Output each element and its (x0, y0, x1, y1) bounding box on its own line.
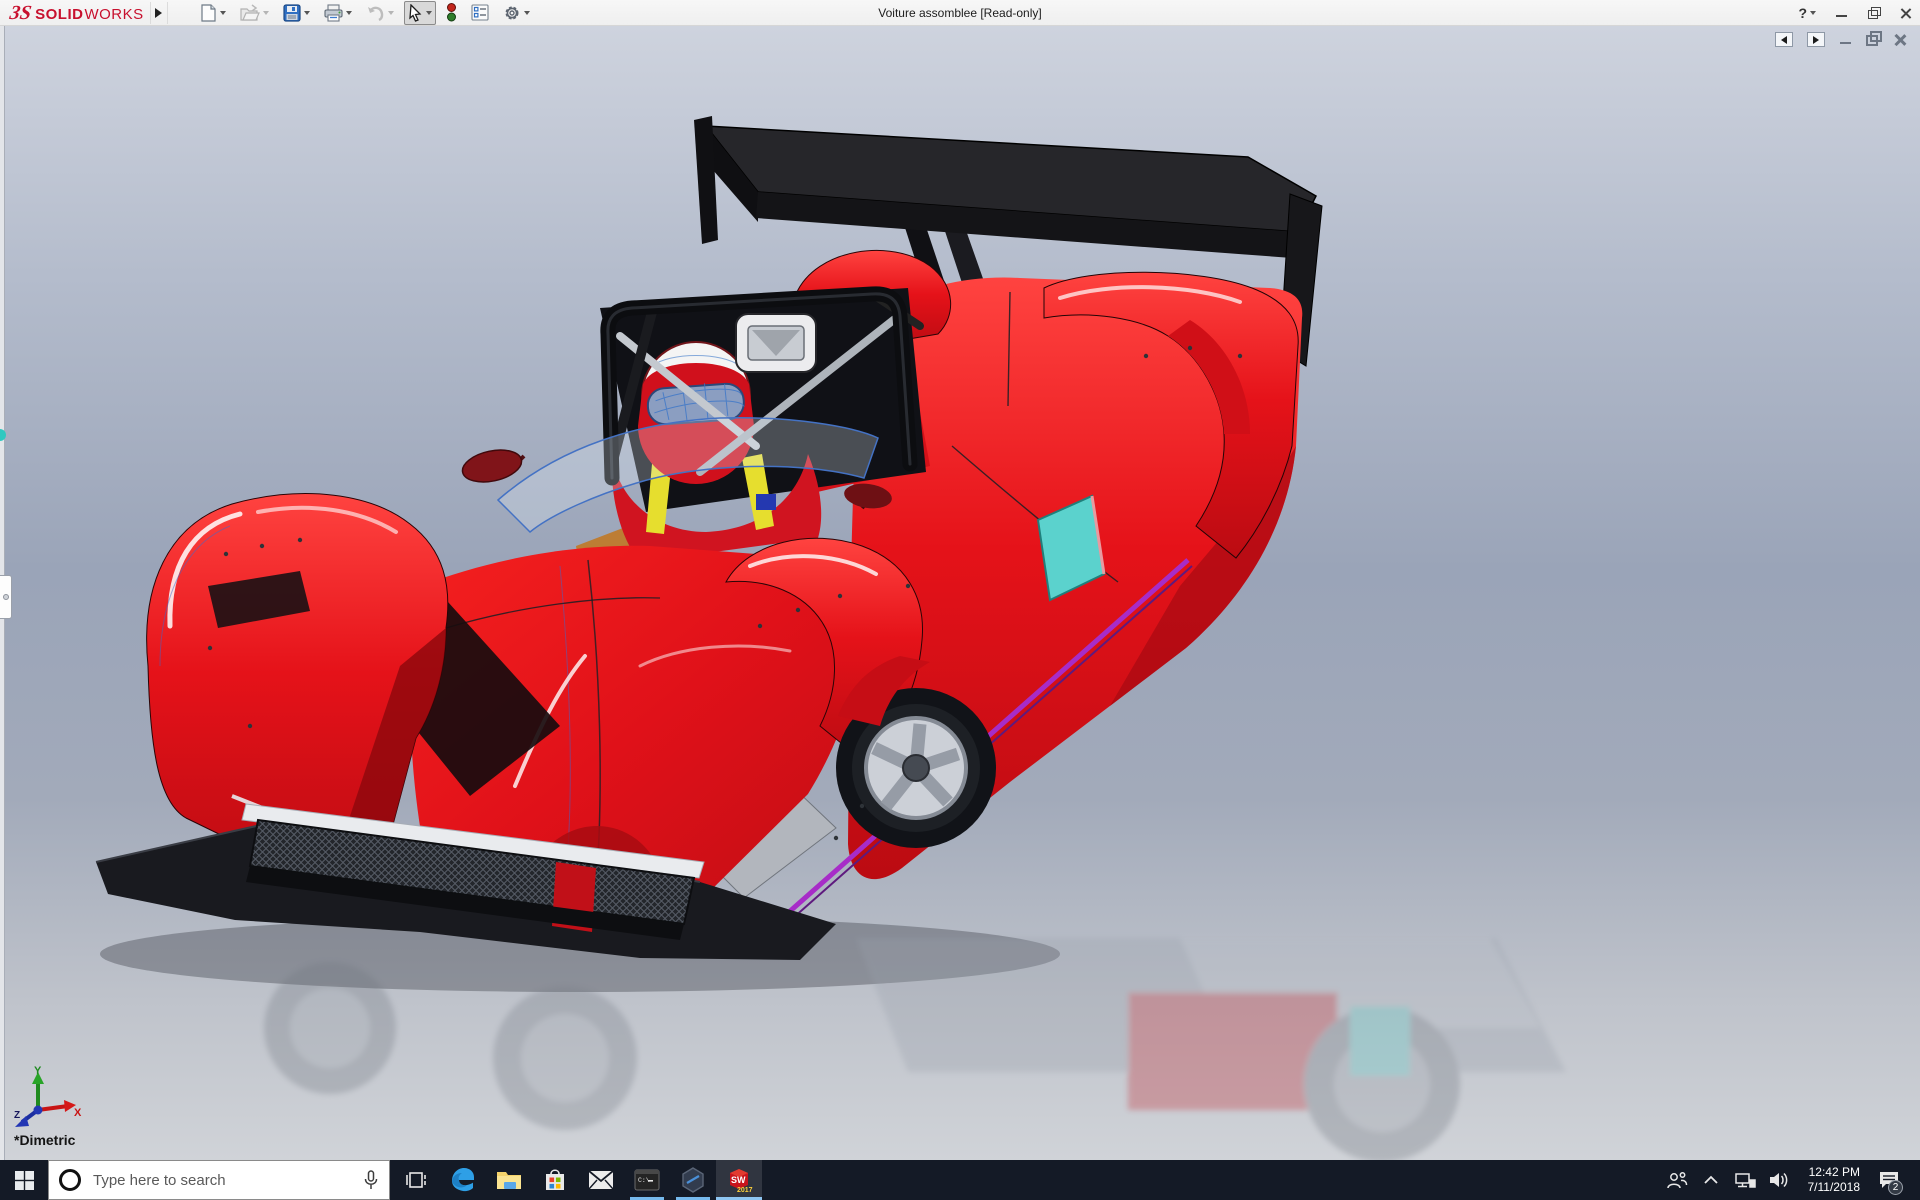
volume-button[interactable] (1764, 1160, 1794, 1200)
menu-flyout-arrow[interactable] (149, 1, 168, 24)
flyout-triangle-icon (155, 7, 163, 18)
doc-minimize-button[interactable] (1839, 33, 1852, 46)
print-button[interactable] (320, 1, 356, 25)
doc-close-button[interactable] (1893, 33, 1906, 46)
hexagon-app-button[interactable] (670, 1160, 716, 1200)
reference-triad: Y X Z (14, 1066, 82, 1127)
search-input[interactable] (91, 1170, 353, 1190)
brand-works: WORKS (84, 5, 144, 23)
file-properties-button[interactable] (467, 1, 493, 24)
graphics-area[interactable]: Y X Z *Dimetric (0, 26, 1920, 1160)
help-button[interactable]: ? (1798, 5, 1816, 21)
edge-button[interactable] (440, 1160, 486, 1200)
command-prompt-button[interactable]: C:\ (624, 1160, 670, 1200)
hidden-icons-button[interactable] (1696, 1160, 1726, 1200)
store-button[interactable] (532, 1160, 578, 1200)
print-icon (324, 3, 343, 22)
cortana-icon (59, 1169, 81, 1191)
task-view-button[interactable] (394, 1160, 440, 1200)
help-dropdown-caret[interactable] (1810, 11, 1816, 15)
clock-time: 12:42 PM (1808, 1165, 1860, 1179)
doc-restore-button[interactable] (1866, 31, 1882, 46)
undo-button[interactable] (362, 2, 398, 24)
quick-access-toolbar (196, 0, 534, 25)
race-car-model[interactable] (0, 26, 1920, 1160)
rebuild-button[interactable] (442, 0, 461, 25)
minimize-button[interactable] (1836, 7, 1848, 19)
previous-pane-button[interactable] (1775, 32, 1793, 47)
close-button[interactable] (1900, 7, 1912, 19)
options-gear-icon (505, 6, 519, 19)
undo-dropdown-caret[interactable] (387, 10, 394, 15)
start-button[interactable] (0, 1160, 48, 1200)
save-button[interactable] (279, 1, 314, 25)
document-window-controls (1775, 31, 1906, 47)
print-dropdown-caret[interactable] (345, 10, 352, 15)
store-icon (546, 1169, 564, 1190)
new-document-button[interactable] (196, 1, 230, 25)
brand-solid: SOLID (35, 5, 84, 23)
triad-x-label: X (74, 1107, 82, 1119)
task-view-icon (406, 1172, 426, 1188)
taskbar-icons: C:\ SW 2017 (394, 1160, 762, 1200)
document-title: Voiture assomblee [Read-only] (878, 6, 1042, 20)
restore-button[interactable] (1868, 7, 1881, 19)
save-dropdown-caret[interactable] (303, 10, 310, 15)
chevron-up-icon (1703, 1175, 1718, 1184)
command-prompt-icon: C:\ (634, 1169, 660, 1191)
network-icon (1734, 1173, 1756, 1188)
microphone-icon[interactable] (363, 1170, 379, 1190)
volume-icon (1769, 1172, 1787, 1188)
help-icon: ? (1798, 5, 1807, 21)
taskbar: C:\ SW 2017 (0, 1160, 1920, 1200)
mail-icon (588, 1170, 614, 1190)
solidworks-2017-icon: SW 2017 (730, 1169, 753, 1194)
window-controls: ? (1798, 0, 1912, 26)
open-dropdown-caret[interactable] (262, 10, 269, 15)
taskbar-clock[interactable]: 12:42 PM 7/11/2018 (1798, 1165, 1871, 1195)
3ds-mark: 3S (8, 1, 34, 24)
new-dropdown-caret[interactable] (219, 10, 226, 15)
hexagon-app-icon (682, 1167, 704, 1193)
people-icon (1666, 1172, 1687, 1189)
taskbar-search[interactable] (48, 1160, 390, 1200)
windows-logo-icon (14, 1170, 34, 1190)
next-pane-button[interactable] (1807, 32, 1825, 47)
undo-icon (367, 6, 383, 21)
triad-y-label: Y (34, 1066, 42, 1077)
save-icon (283, 3, 301, 22)
action-center-button[interactable]: 2 (1874, 1160, 1904, 1200)
notification-badge: 2 (1888, 1180, 1903, 1195)
air-intake[interactable] (735, 313, 817, 373)
arrow-right-icon (1813, 35, 1819, 44)
system-tray: 12:42 PM 7/11/2018 2 (1662, 1160, 1920, 1200)
network-button[interactable] (1730, 1160, 1760, 1200)
rebuild-traffic-light-icon (446, 3, 456, 22)
title-bar: 3S SOLID WORKS Voiture assomblee [Read-o… (0, 0, 1920, 26)
select-cursor-icon (408, 3, 422, 22)
file-explorer-icon (497, 1172, 521, 1189)
arrow-left-icon (1781, 35, 1787, 44)
open-button[interactable] (236, 1, 273, 25)
file-explorer-button[interactable] (486, 1160, 532, 1200)
options-button[interactable] (499, 1, 534, 25)
edge-icon (452, 1168, 474, 1192)
open-icon (240, 3, 260, 21)
options-dropdown-caret[interactable] (523, 10, 530, 15)
clock-date: 7/11/2018 (1807, 1180, 1861, 1194)
view-orientation-label: *Dimetric (14, 1132, 76, 1148)
select-button[interactable] (403, 0, 436, 25)
svg-text:SW: SW (731, 1175, 746, 1185)
select-dropdown-caret[interactable] (425, 10, 432, 15)
mail-button[interactable] (578, 1160, 624, 1200)
new-document-icon (201, 3, 216, 22)
solidworks-2017-button[interactable]: SW 2017 (716, 1160, 762, 1200)
svg-text:2017: 2017 (737, 1187, 753, 1194)
people-button[interactable] (1662, 1160, 1692, 1200)
solidworks-logo[interactable]: 3S SOLID WORKS (0, 1, 150, 24)
triad-z-label: Z (14, 1110, 20, 1121)
file-properties-icon (471, 4, 489, 21)
